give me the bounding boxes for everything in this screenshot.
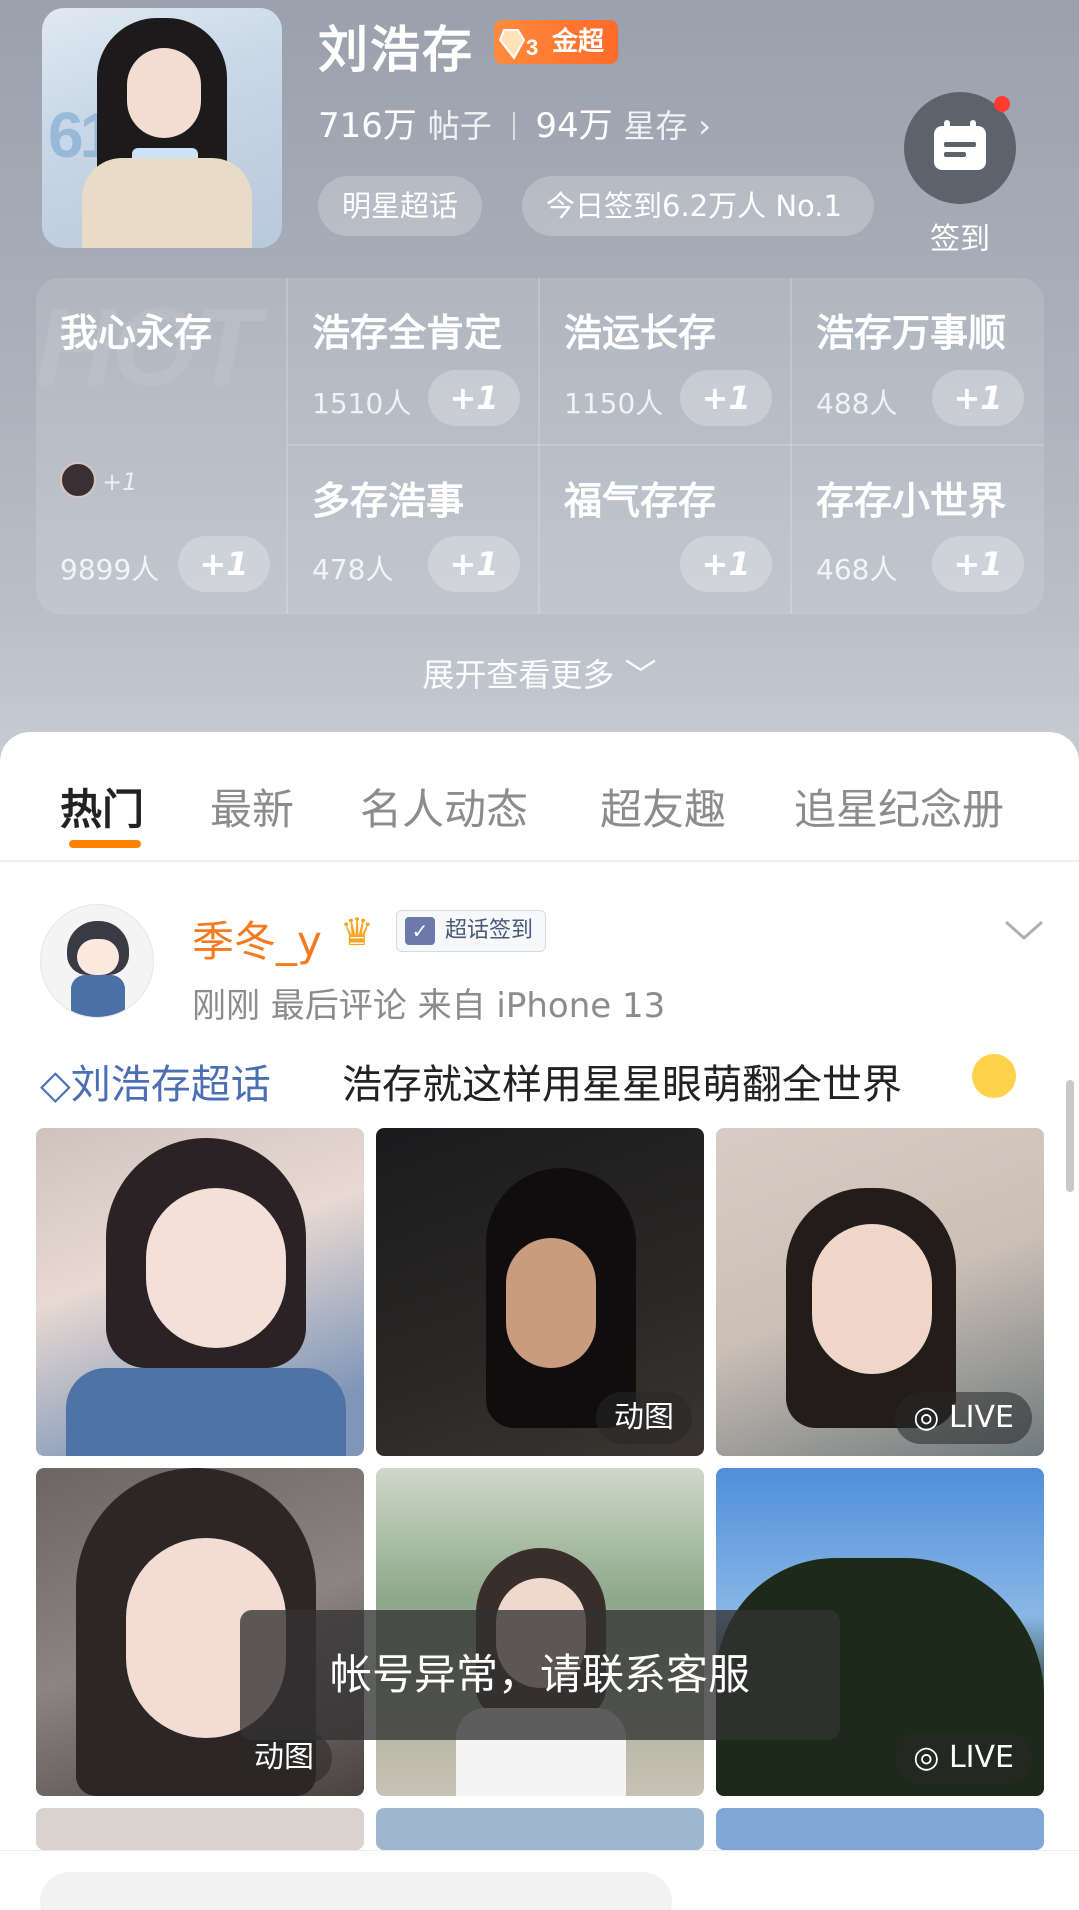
topic-link[interactable]: ◇刘浩存超话	[40, 1052, 271, 1110]
topic-stats: 716万 帖子 94万 星存 ›	[318, 98, 711, 147]
scrollbar-thumb[interactable]	[1066, 1080, 1074, 1192]
wish-cell[interactable]: 存存小世界 468人 +1	[792, 446, 1044, 614]
post-username[interactable]: 季冬_y	[192, 908, 322, 969]
wish-cell[interactable]: 浩运长存 1150人 +1	[540, 278, 790, 444]
tab-fan-album[interactable]: 追星纪念册	[794, 776, 1004, 837]
post-text: 浩存就这样用星星眼萌翻全世界	[342, 1062, 902, 1108]
starstruck-emoji-icon	[972, 1054, 1016, 1098]
wish-plus-button[interactable]: +1	[932, 370, 1024, 426]
wish-count: 9899人	[60, 553, 160, 586]
feed-tabs: 热门 最新 名人动态 超友趣 追星纪念册	[0, 732, 1079, 860]
check-icon: ✓	[405, 917, 435, 945]
gif-label: 动图	[596, 1392, 692, 1444]
wish-name: 浩存全肯定	[312, 311, 503, 355]
chevron-down-icon[interactable]	[1004, 916, 1044, 946]
stars-label[interactable]: 星存	[623, 107, 687, 145]
crown-icon: ♛	[340, 910, 375, 954]
diamond-level-icon: 3	[498, 29, 538, 60]
wish-plus-button[interactable]: +1	[680, 370, 772, 426]
active-tab-indicator	[69, 840, 141, 848]
expand-more-link[interactable]: 展开查看更多 ﹀	[0, 650, 1079, 696]
participant-plus: +1	[102, 468, 138, 496]
topic-avatar[interactable]: 6120	[42, 8, 282, 248]
posts-count: 716万	[318, 106, 417, 146]
wish-name: 浩存万事顺	[816, 311, 1007, 355]
post-photo-partial[interactable]	[716, 1808, 1044, 1850]
post-photo-partial[interactable]	[36, 1808, 364, 1850]
wish-cell[interactable]: 多存浩事 478人 +1	[288, 446, 538, 614]
posts-label: 帖子	[427, 107, 492, 145]
comment-input[interactable]	[40, 1872, 672, 1910]
stars-count[interactable]: 94万	[535, 106, 612, 146]
wish-cell[interactable]: 福气存存 +1	[540, 446, 790, 614]
chevron-right-icon[interactable]: ›	[698, 107, 711, 145]
calendar-icon	[934, 120, 986, 170]
wish-plus-button[interactable]: +1	[178, 536, 270, 592]
wish-plus-button[interactable]: +1	[932, 536, 1024, 592]
post-photo[interactable]: 动图	[376, 1128, 704, 1456]
diamond-icon: ◇	[40, 1062, 71, 1108]
wish-count: 478人	[312, 553, 394, 586]
notification-dot	[994, 96, 1010, 112]
wish-cell-main[interactable]: 我心永存 +1 9899人 +1	[36, 278, 286, 614]
wish-count: 488人	[816, 387, 898, 420]
tab-super-fun[interactable]: 超友趣	[600, 776, 726, 837]
checkin-label[interactable]: 签到	[904, 214, 1016, 258]
gold-badge-label: 金超	[552, 27, 605, 57]
wish-name: 浩运长存	[564, 311, 717, 355]
wish-cell[interactable]: 浩存万事顺 488人 +1	[792, 278, 1044, 444]
live-label: ◎ LIVE	[895, 1732, 1032, 1784]
wish-count: 468人	[816, 553, 898, 586]
error-toast: 帐号异常，请联系客服	[240, 1610, 840, 1740]
post-photo[interactable]	[36, 1128, 364, 1456]
stats-divider	[512, 112, 515, 140]
live-photo-icon: ◎	[913, 1400, 949, 1435]
gold-super-badge[interactable]: 3 金超	[494, 20, 619, 64]
post-photo-partial[interactable]	[376, 1808, 704, 1850]
wish-name: 存存小世界	[816, 479, 1007, 523]
tab-hot[interactable]: 热门	[60, 776, 144, 837]
post-photo[interactable]: ◎ LIVE	[716, 1128, 1044, 1456]
checkin-rank-chip[interactable]: 今日签到6.2万人 No.1	[522, 176, 874, 236]
supertopic-checkin-badge[interactable]: ✓ 超话签到	[396, 910, 547, 952]
wish-cell[interactable]: 浩存全肯定 1510人 +1	[288, 278, 538, 444]
tab-celebrity[interactable]: 名人动态	[360, 776, 528, 837]
wish-count: 1150人	[564, 387, 664, 420]
wish-count: 1510人	[312, 387, 412, 420]
wish-plus-button[interactable]: +1	[428, 536, 520, 592]
tabs-divider	[0, 860, 1079, 862]
wish-name: 我心永存	[60, 311, 213, 355]
participant-avatar	[60, 462, 96, 498]
wish-plus-button[interactable]: +1	[680, 536, 772, 592]
post-author-avatar[interactable]	[40, 904, 154, 1018]
svg-text:3: 3	[526, 35, 538, 60]
wish-name: 福气存存	[564, 479, 717, 523]
wish-name: 多存浩事	[312, 479, 465, 523]
topic-link-label: 刘浩存超话	[70, 1062, 271, 1108]
post-meta: 刚刚 最后评论 来自 iPhone 13	[192, 986, 666, 1026]
checkin-button[interactable]	[904, 92, 1016, 204]
tab-latest[interactable]: 最新	[210, 776, 294, 837]
live-label: ◎ LIVE	[895, 1392, 1032, 1444]
badge-label: 超话签到	[445, 918, 534, 943]
topic-title: 刘浩存	[318, 21, 474, 79]
star-topic-chip[interactable]: 明星超话	[318, 176, 483, 236]
live-photo-icon: ◎	[913, 1740, 949, 1775]
wish-plus-button[interactable]: +1	[428, 370, 520, 426]
checkin-wish-grid: HOT 我心永存 +1 9899人 +1 浩存全肯定 1510人 +1 浩运长存…	[36, 278, 1044, 614]
